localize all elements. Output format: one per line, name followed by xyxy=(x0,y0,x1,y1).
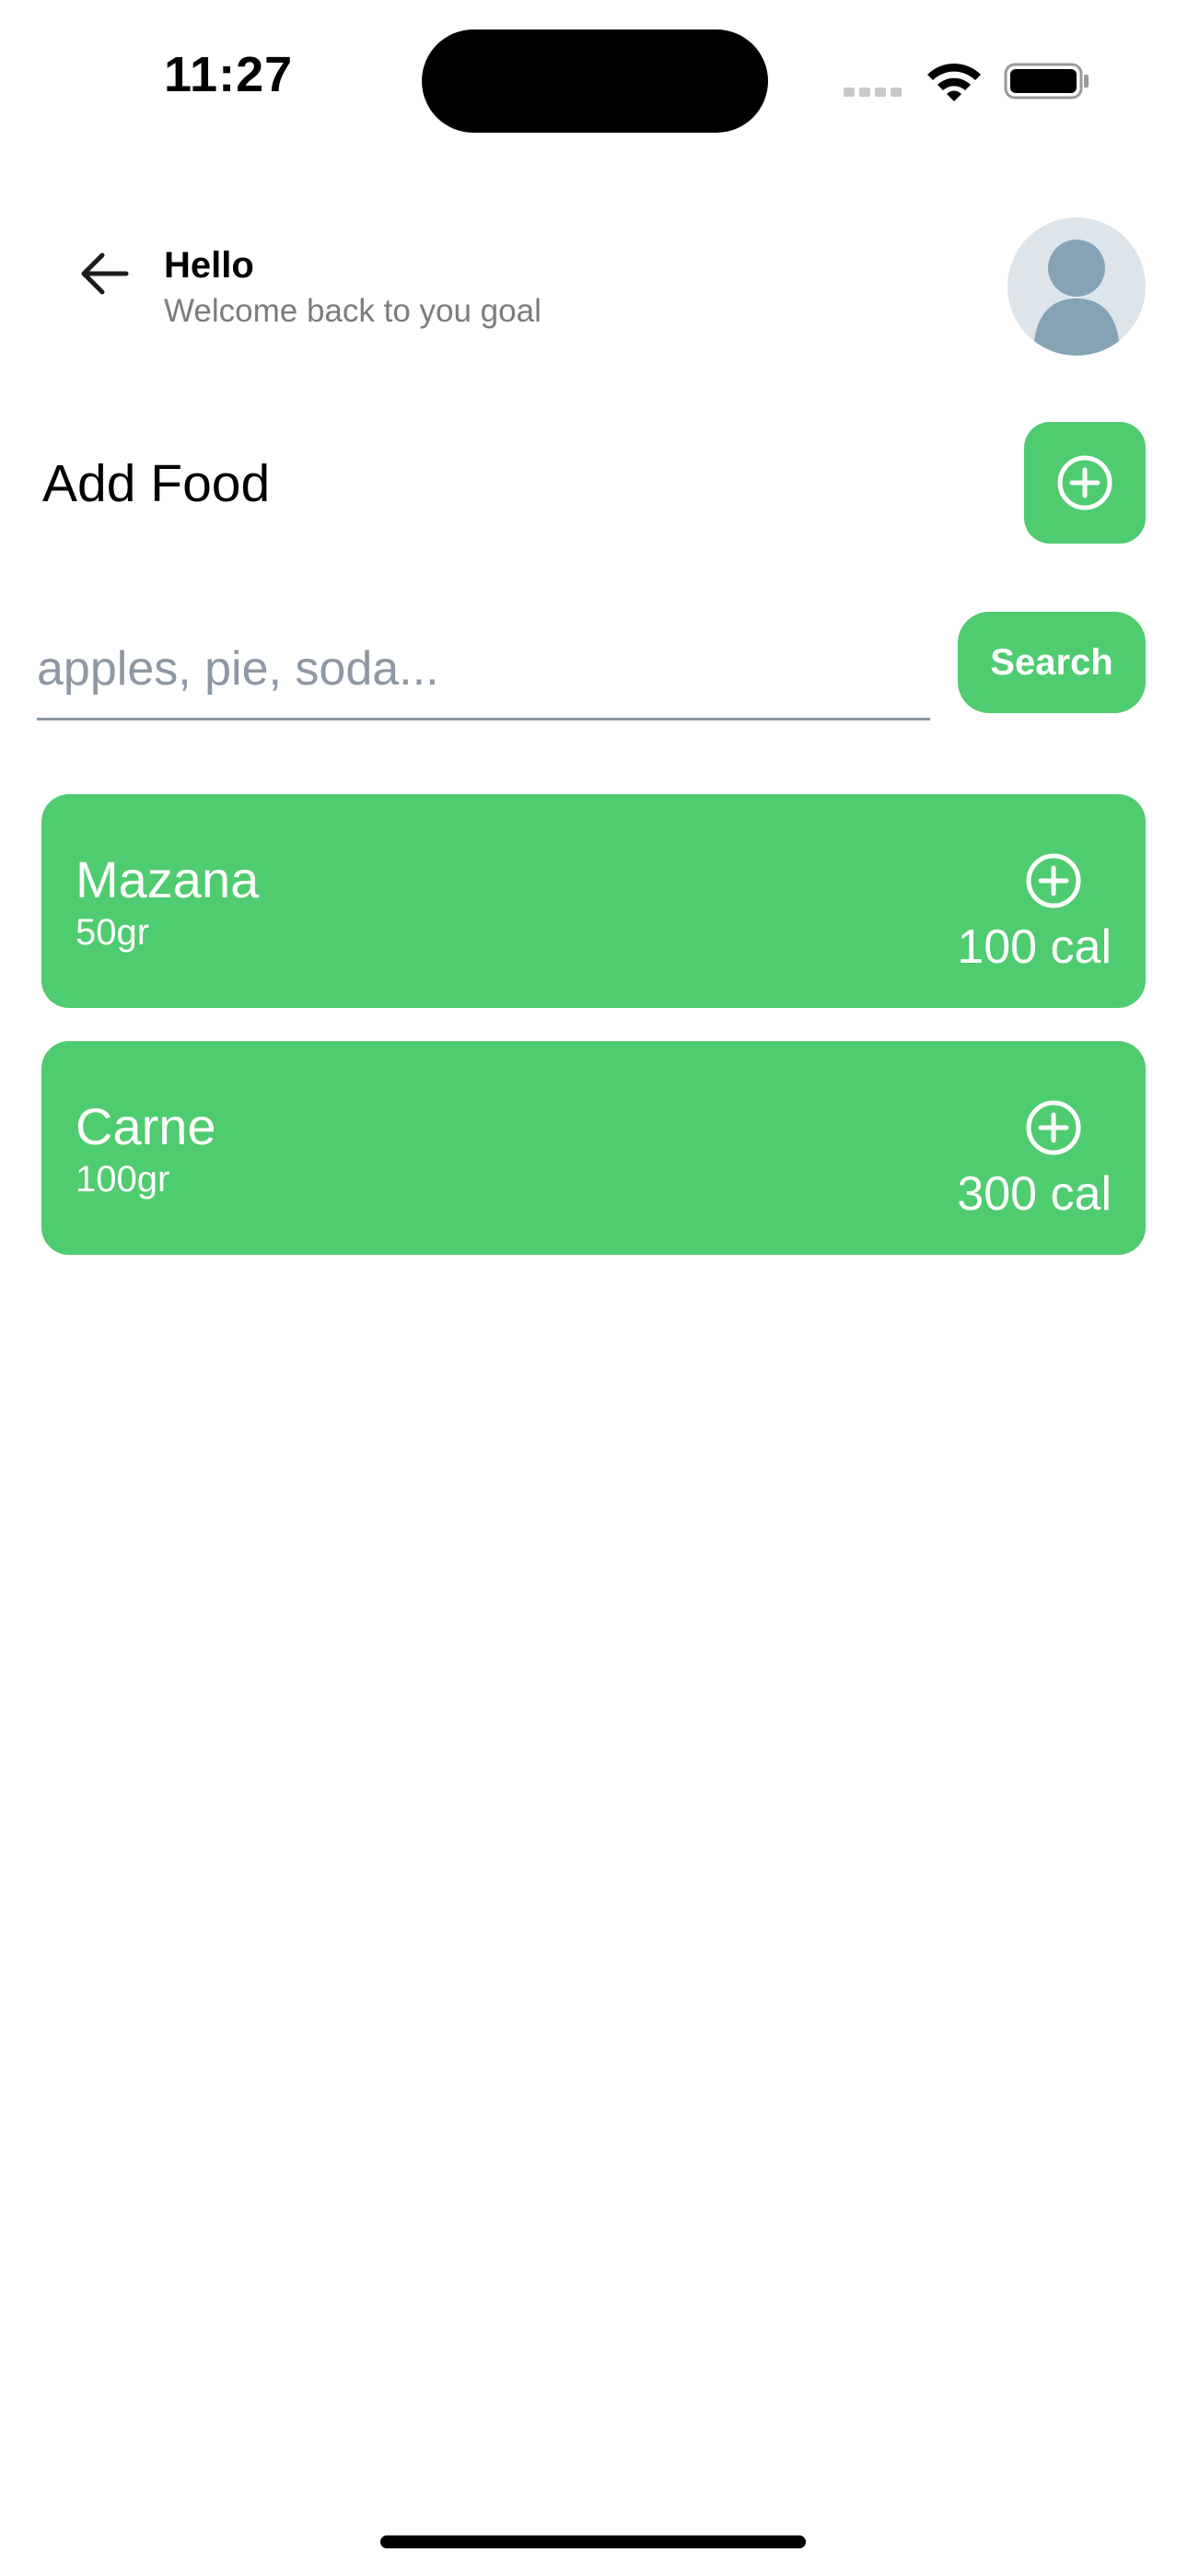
food-name: Mazana xyxy=(76,850,260,908)
arrow-left-icon xyxy=(81,252,129,295)
avatar[interactable] xyxy=(1007,217,1146,356)
plus-circle-icon[interactable] xyxy=(1024,851,1083,910)
wifi-icon xyxy=(927,63,981,101)
home-indicator[interactable] xyxy=(380,2535,806,2548)
food-calories: 100 cal xyxy=(957,920,1112,974)
food-weight: 50gr xyxy=(76,912,150,953)
back-button[interactable] xyxy=(72,241,136,306)
search-input[interactable] xyxy=(37,619,930,720)
greeting-subtitle: Welcome back to you goal xyxy=(164,293,542,329)
add-food-title: Add Food xyxy=(42,454,271,513)
dynamic-island xyxy=(422,29,768,133)
greeting-title: Hello xyxy=(164,245,254,286)
food-name: Carne xyxy=(76,1097,216,1155)
plus-circle-icon xyxy=(1057,455,1112,510)
user-avatar-icon xyxy=(1033,240,1120,356)
plus-circle-icon[interactable] xyxy=(1024,1098,1083,1157)
food-card-carne[interactable]: Carne 100gr 300 cal xyxy=(41,1041,1146,1255)
search-button[interactable]: Search xyxy=(958,612,1146,713)
food-card-mazana[interactable]: Mazana 50gr 100 cal xyxy=(41,794,1146,1008)
status-time: 11:27 xyxy=(164,47,294,102)
food-weight: 100gr xyxy=(76,1159,170,1200)
battery-icon xyxy=(1004,63,1089,100)
add-food-button[interactable] xyxy=(1024,422,1146,544)
cellular-signal-icon xyxy=(844,85,906,101)
food-calories: 300 cal xyxy=(957,1167,1112,1221)
